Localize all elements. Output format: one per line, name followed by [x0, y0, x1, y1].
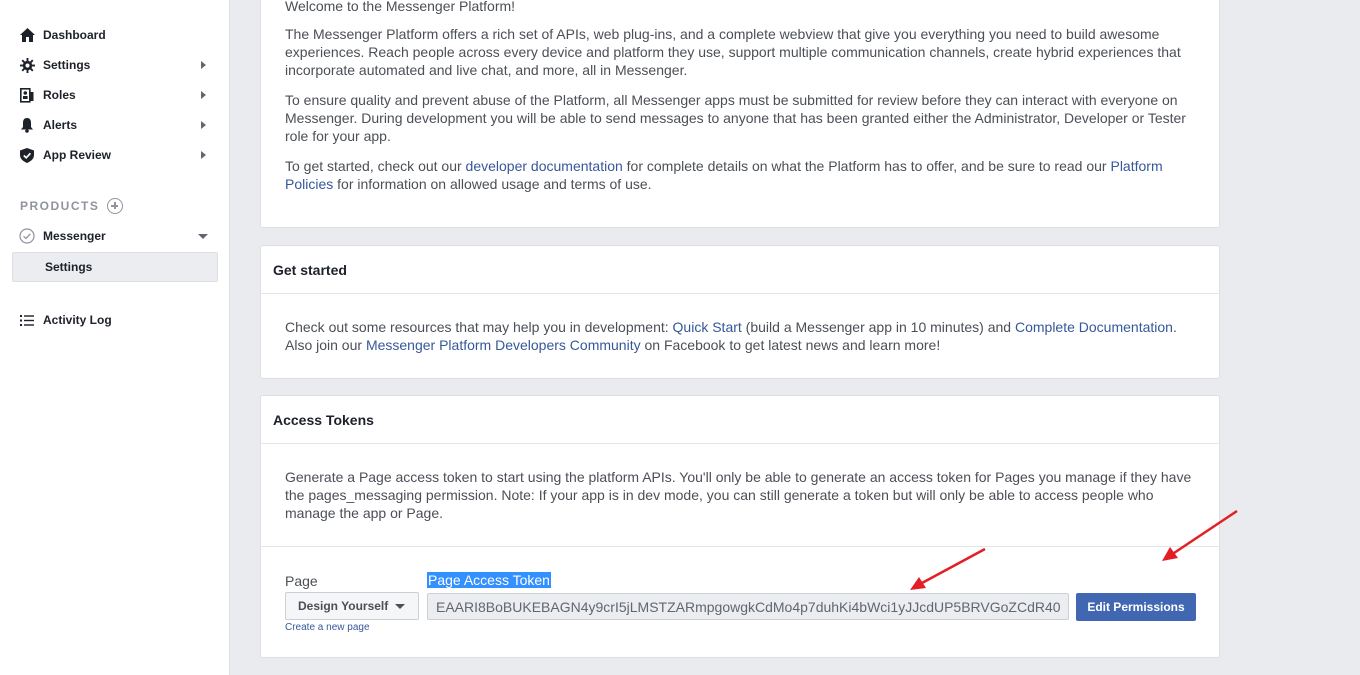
chevron-right-icon	[201, 151, 206, 159]
home-icon	[18, 26, 36, 44]
create-new-page-link[interactable]: Create a new page	[285, 622, 370, 633]
chevron-right-icon	[201, 61, 206, 69]
caret-down-icon	[395, 604, 405, 609]
intro-paragraph-2: To ensure quality and prevent abuse of t…	[285, 92, 1186, 144]
developer-documentation-link[interactable]: developer documentation	[466, 158, 623, 174]
list-icon	[18, 311, 36, 329]
page-access-token-label: Page Access Token	[427, 572, 551, 588]
check-circle-icon	[18, 227, 36, 245]
get-started-text: Check out some resources that may help y…	[285, 319, 1177, 353]
shield-check-icon	[18, 146, 36, 164]
products-section-label: PRODUCTS	[20, 198, 124, 214]
access-tokens-description: Generate a Page access token to start us…	[285, 469, 1192, 521]
sidebar-item-label: Activity Log	[43, 313, 112, 327]
page-access-token-field[interactable]	[427, 593, 1069, 620]
sidebar-item-roles[interactable]: Roles	[12, 80, 218, 110]
chevron-right-icon	[201, 91, 206, 99]
card-title: Access Tokens	[261, 396, 1219, 444]
chevron-down-icon	[198, 234, 208, 239]
intro-paragraph-1: The Messenger Platform offers a rich set…	[285, 26, 1181, 78]
edit-permissions-button[interactable]: Edit Permissions	[1076, 593, 1196, 621]
add-product-icon[interactable]	[107, 198, 124, 214]
sidebar-item-label: Settings	[43, 58, 91, 72]
sidebar-item-app-review[interactable]: App Review	[12, 140, 218, 170]
token-generator-row: Page Page Access Token Design Yourself C…	[261, 546, 1219, 658]
complete-documentation-link[interactable]: Complete Documentation	[1015, 319, 1173, 335]
developers-community-link[interactable]: Messenger Platform Developers Community	[366, 337, 641, 353]
bell-icon	[18, 116, 36, 134]
page-select-dropdown[interactable]: Design Yourself	[285, 592, 419, 620]
sidebar-item-alerts[interactable]: Alerts	[12, 110, 218, 140]
sidebar-item-label: App Review	[43, 148, 112, 162]
access-tokens-card: Access Tokens Generate a Page access tok…	[260, 395, 1220, 658]
welcome-text: Welcome to the Messenger Platform!	[285, 0, 516, 14]
chevron-right-icon	[201, 121, 206, 129]
sidebar-item-settings[interactable]: Settings	[12, 50, 218, 80]
card-title: Get started	[261, 246, 1219, 294]
sidebar-subitem-messenger-settings[interactable]: Settings	[12, 252, 218, 282]
get-started-card: Get started Check out some resources tha…	[260, 245, 1220, 379]
roles-badge-icon	[18, 86, 36, 104]
sidebar-item-messenger[interactable]: Messenger	[12, 221, 218, 251]
sidebar-item-label: Roles	[43, 88, 76, 102]
sidebar-item-dashboard[interactable]: Dashboard	[12, 20, 218, 50]
page-label: Page	[285, 573, 318, 589]
sidebar-item-label: Messenger	[43, 229, 106, 243]
sidebar-item-activity-log[interactable]: Activity Log	[12, 305, 218, 335]
sidebar-item-label: Alerts	[43, 118, 78, 132]
intro-card: Welcome to the Messenger Platform! The M…	[260, 0, 1220, 228]
sidebar-item-label: Dashboard	[43, 28, 106, 42]
gear-icon	[18, 56, 36, 74]
intro-paragraph-3: To get started, check out our developer …	[285, 158, 1163, 192]
quick-start-link[interactable]: Quick Start	[673, 319, 742, 335]
sidebar: Dashboard Settings Roles Alerts App Revi…	[0, 0, 230, 675]
